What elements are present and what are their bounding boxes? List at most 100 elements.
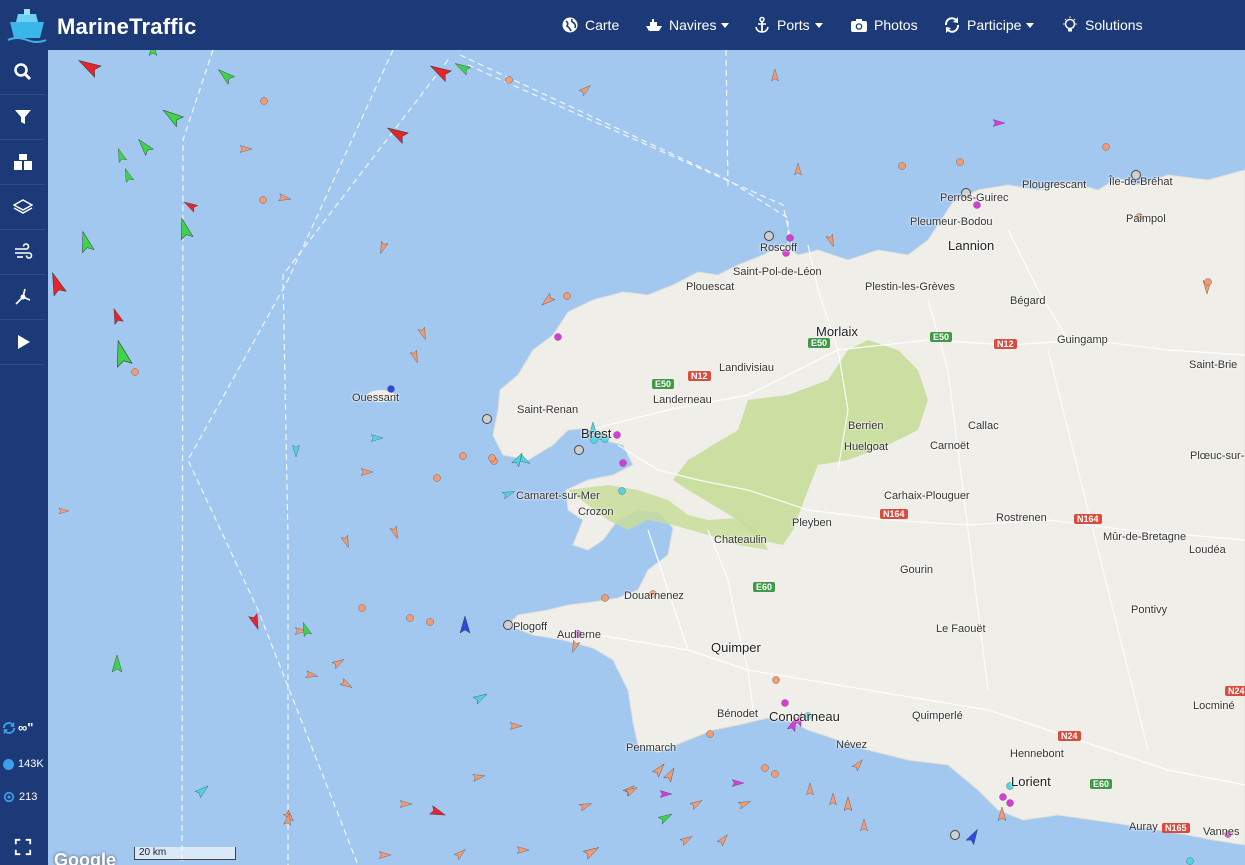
brand-name[interactable]: MarineTraffic xyxy=(57,14,197,40)
vessel-marker[interactable] xyxy=(239,145,253,153)
vessel-marker[interactable] xyxy=(417,326,429,341)
anchored-vessel-marker[interactable] xyxy=(1186,857,1194,865)
vessel-marker[interactable] xyxy=(339,678,354,691)
anchored-vessel-marker[interactable] xyxy=(563,292,571,300)
vessel-marker[interactable] xyxy=(459,615,471,634)
vessel-marker[interactable] xyxy=(77,230,95,254)
layers-button[interactable] xyxy=(0,185,45,230)
vessel-marker[interactable] xyxy=(829,792,837,806)
vessel-marker[interactable] xyxy=(248,613,263,631)
filter-button[interactable] xyxy=(0,95,45,140)
anchored-vessel-marker[interactable] xyxy=(459,452,467,460)
vessel-marker[interactable] xyxy=(679,833,694,846)
anchored-vessel-marker[interactable] xyxy=(1204,278,1212,286)
vessel-marker[interactable] xyxy=(965,827,981,846)
vessel-marker[interactable] xyxy=(582,844,601,860)
vessel-marker[interactable] xyxy=(651,761,667,778)
vessel-marker[interactable] xyxy=(389,525,401,540)
vessel-marker[interactable] xyxy=(429,805,447,820)
vessel-marker[interactable] xyxy=(111,339,133,368)
vessel-marker[interactable] xyxy=(578,83,593,97)
anchored-vessel-marker[interactable] xyxy=(772,676,780,684)
vessel-marker[interactable] xyxy=(135,136,154,157)
vessel-marker[interactable] xyxy=(516,846,530,854)
port-marker[interactable] xyxy=(503,620,513,630)
vessel-marker[interactable] xyxy=(385,123,409,145)
vessel-marker[interactable] xyxy=(453,847,468,861)
nav-carte[interactable]: Carte xyxy=(561,0,619,50)
vessel-marker[interactable] xyxy=(48,271,67,297)
measure-button[interactable] xyxy=(0,275,45,320)
weather-button[interactable] xyxy=(0,230,45,275)
anchored-vessel-marker[interactable] xyxy=(131,368,139,376)
port-marker[interactable] xyxy=(950,830,960,840)
vessel-marker[interactable] xyxy=(806,782,814,796)
vessel-marker[interactable] xyxy=(194,783,211,799)
vessel-marker[interactable] xyxy=(292,444,300,458)
vessel-marker[interactable] xyxy=(825,233,837,248)
vessel-marker[interactable] xyxy=(472,772,486,782)
vessel-marker[interactable] xyxy=(58,507,70,515)
port-marker[interactable] xyxy=(764,231,774,241)
vessel-marker[interactable] xyxy=(716,832,730,847)
vessel-marker[interactable] xyxy=(539,292,556,308)
vessel-marker[interactable] xyxy=(843,796,853,811)
anchored-vessel-marker[interactable] xyxy=(259,196,267,204)
anchored-vessel-marker[interactable] xyxy=(406,614,414,622)
port-marker[interactable] xyxy=(574,445,584,455)
time-filter[interactable]: ∞" xyxy=(0,720,48,735)
vessel-marker[interactable] xyxy=(278,193,292,203)
playback-button[interactable] xyxy=(0,320,45,365)
vessel-marker[interactable] xyxy=(377,240,389,255)
vessel-marker[interactable] xyxy=(689,797,704,810)
port-marker[interactable] xyxy=(482,414,492,424)
anchored-vessel-marker[interactable] xyxy=(433,474,441,482)
anchored-vessel-marker[interactable] xyxy=(1006,799,1014,807)
vessel-marker[interactable] xyxy=(148,50,158,56)
vessel-marker[interactable] xyxy=(737,798,752,810)
anchored-vessel-marker[interactable] xyxy=(956,158,964,166)
vessel-marker[interactable] xyxy=(578,800,593,812)
anchored-vessel-marker[interactable] xyxy=(358,604,366,612)
vessel-marker[interactable] xyxy=(110,307,124,325)
anchored-vessel-marker[interactable] xyxy=(1102,143,1110,151)
nav-ports[interactable]: Ports xyxy=(753,0,823,50)
vessel-marker[interactable] xyxy=(860,818,868,832)
anchored-vessel-marker[interactable] xyxy=(999,793,1007,801)
vessel-marker[interactable] xyxy=(997,806,1007,821)
vessel-marker[interactable] xyxy=(428,61,452,83)
anchored-vessel-marker[interactable] xyxy=(554,333,562,341)
vessel-marker[interactable] xyxy=(122,167,135,184)
vessel-marker[interactable] xyxy=(160,105,184,128)
fullscreen-button[interactable] xyxy=(0,830,45,864)
map-canvas[interactable]: Perros-Guirec Plougrescant Île-de-Bréhat… xyxy=(48,50,1245,865)
anchored-vessel-marker[interactable] xyxy=(426,618,434,626)
vessel-marker[interactable] xyxy=(215,66,236,85)
vessel-marker[interactable] xyxy=(472,691,489,705)
vessel-marker[interactable] xyxy=(305,670,319,680)
anchored-vessel-marker[interactable] xyxy=(488,454,496,462)
vessel-marker[interactable] xyxy=(182,199,199,213)
vessel-marker[interactable] xyxy=(663,766,678,783)
anchored-vessel-marker[interactable] xyxy=(619,459,627,467)
vessel-marker[interactable] xyxy=(794,162,802,176)
anchored-vessel-marker[interactable] xyxy=(601,594,609,602)
nav-solutions[interactable]: Solutions xyxy=(1061,0,1143,50)
vessel-marker[interactable] xyxy=(851,757,865,772)
vessel-marker[interactable] xyxy=(360,468,374,476)
anchored-vessel-marker[interactable] xyxy=(761,764,769,772)
nav-navires[interactable]: Navires xyxy=(645,0,730,50)
anchored-vessel-marker[interactable] xyxy=(618,487,626,495)
vessel-marker[interactable] xyxy=(370,434,384,442)
vessel-marker[interactable] xyxy=(624,784,639,797)
anchored-vessel-marker[interactable] xyxy=(613,431,621,439)
vessel-marker[interactable] xyxy=(399,800,413,808)
vessel-marker[interactable] xyxy=(453,60,472,76)
vessel-marker[interactable] xyxy=(771,68,779,82)
anchored-vessel-marker[interactable] xyxy=(706,730,714,738)
vessel-marker[interactable] xyxy=(501,488,516,500)
nav-participe[interactable]: Participe xyxy=(943,0,1035,50)
anchored-vessel-marker[interactable] xyxy=(260,97,268,105)
vessel-marker[interactable] xyxy=(115,147,128,164)
vessel-marker[interactable] xyxy=(657,811,674,825)
